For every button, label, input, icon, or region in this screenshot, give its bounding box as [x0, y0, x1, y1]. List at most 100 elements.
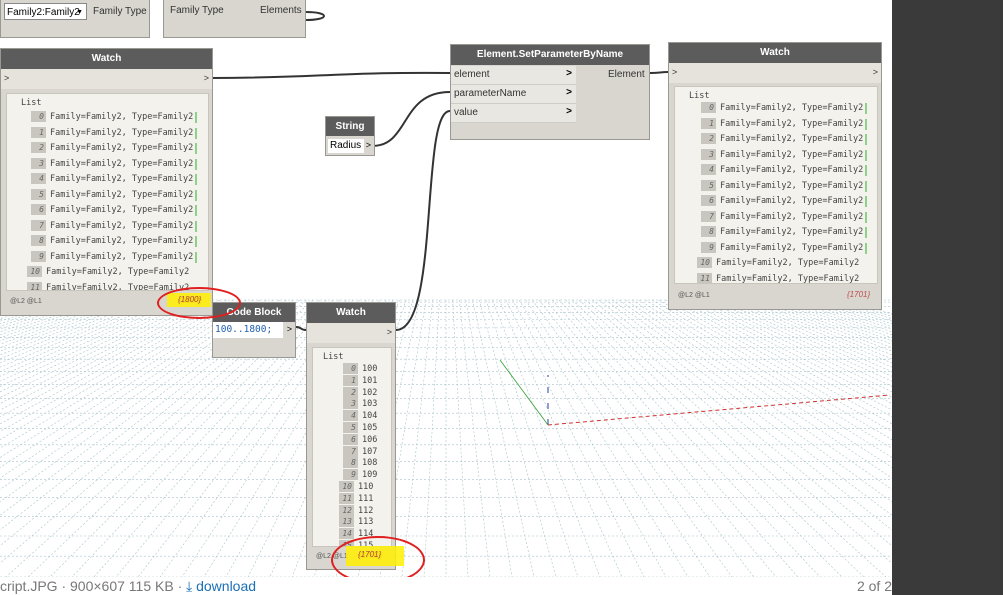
- watch-list-box[interactable]: List 0 Family=Family2, Type=Family2 1 Famil…: [674, 86, 878, 284]
- list-bar: [865, 227, 867, 238]
- list-value: Family=Family2, Type=Family2: [720, 196, 864, 206]
- list-item: 1 Family=Family2, Type=Family2: [31, 126, 193, 141]
- list-value: Family=Family2, Type=Family2: [720, 242, 864, 253]
- dynamo-canvas[interactable]: Family2:Family2 ▼ Family Type Family Typ…: [0, 0, 892, 577]
- set-parameter-title: Element.SetParameterByName: [451, 45, 649, 65]
- list-value: Family=Family2, Type=Family2: [50, 251, 194, 262]
- watch-list-box[interactable]: List 0 100 1 101 2 102 3 103 4 104 5 105 6 106 7 107 8 10…: [312, 347, 392, 547]
- list-bar: [195, 220, 197, 232]
- port-arrow-icon[interactable]: >: [672, 67, 677, 77]
- string-value-field[interactable]: Radius: [328, 139, 364, 153]
- list-item: 8 Family=Family2, Type=Family2: [701, 225, 863, 240]
- input-element-label: element: [454, 69, 490, 80]
- list-value: Family=Family2, Type=Family2: [720, 118, 864, 129]
- input-parametername-label: parameterName: [454, 88, 527, 99]
- list-item: 4 Family=Family2, Type=Family2: [31, 172, 193, 187]
- list-value: Family=Family2, Type=Family2: [50, 236, 194, 246]
- set-parameter-node[interactable]: Element.SetParameterByName element > par…: [450, 44, 650, 140]
- family-dropdown[interactable]: Family2:Family2 ▼: [4, 3, 87, 20]
- list-index: 2: [31, 142, 46, 153]
- list-index: 11: [697, 272, 712, 283]
- list-item: 6 Family=Family2, Type=Family2: [31, 203, 193, 218]
- port-arrow-icon[interactable]: >: [873, 67, 878, 77]
- list-label: List: [689, 91, 710, 101]
- port-arrow-icon[interactable]: >: [566, 106, 572, 117]
- list-value: Family=Family2, Type=Family2: [716, 273, 860, 284]
- list-index: 4: [343, 410, 358, 422]
- watch-list-box[interactable]: List 0 Family=Family2, Type=Family2 1 Famil…: [6, 93, 209, 291]
- list-bar: [865, 149, 867, 161]
- port-arrow-icon[interactable]: >: [366, 140, 371, 150]
- watch-node-right[interactable]: Watch > > List 0 Family=Family2, Type=Fam…: [668, 42, 882, 310]
- list-value: Family=Family2, Type=Family2: [720, 180, 864, 191]
- watch-port-row: > >: [669, 63, 881, 83]
- list-item: 2 Family=Family2, Type=Family2: [701, 132, 863, 147]
- port-arrow-icon[interactable]: >: [566, 87, 572, 98]
- list-index: 4: [701, 164, 716, 175]
- list-index: 13: [339, 516, 354, 528]
- list-bar: [195, 174, 197, 185]
- port-arrow-icon[interactable]: >: [287, 324, 292, 334]
- list-index: 3: [31, 157, 46, 169]
- list-item: 6 Family=Family2, Type=Family2: [701, 194, 863, 209]
- list-value: Family=Family2, Type=Family2: [50, 143, 194, 153]
- string-value: Radius: [330, 140, 362, 151]
- list-item: 11 Family=Family2, Type=Family2: [27, 281, 189, 290]
- family-type-elements-node[interactable]: Family Type Elements: [163, 0, 306, 38]
- list-value: 106: [362, 434, 378, 445]
- list-index: 10: [27, 266, 42, 277]
- viewer-side-panel: [892, 0, 1003, 595]
- watch-port-row: > >: [1, 69, 212, 89]
- list-value: Family=Family2, Type=Family2: [720, 211, 864, 222]
- list-item: 5 Family=Family2, Type=Family2: [31, 188, 193, 203]
- list-value: Family=Family2, Type=Family2: [720, 165, 864, 175]
- string-node[interactable]: String Radius >: [325, 116, 375, 156]
- download-link[interactable]: ⤓ download: [186, 578, 256, 595]
- input-value[interactable]: value >: [451, 104, 576, 123]
- code-block-editor[interactable]: 100..1800;: [213, 322, 283, 338]
- list-levels: @L2 @L1: [678, 292, 710, 299]
- list-bar: [865, 180, 867, 192]
- input-parametername[interactable]: parameterName >: [451, 85, 576, 104]
- chevron-down-icon: ▼: [76, 9, 83, 16]
- list-bar: [865, 103, 867, 114]
- download-icon: ⤓: [186, 578, 193, 594]
- port-arrow-icon[interactable]: >: [4, 73, 9, 83]
- code-block-code: 100..1800;: [215, 324, 273, 335]
- watch-node-middle[interactable]: Watch > List 0 100 1 101 2 102 3 103 4 104 5 105 6 10…: [306, 302, 396, 570]
- list-count-mid-overlay: {1701}: [358, 550, 382, 559]
- list-value: Family=Family2, Type=Family2: [720, 134, 864, 144]
- list-item: 7 Family=Family2, Type=Family2: [31, 219, 193, 234]
- list-value: 103: [362, 399, 378, 410]
- list-item: 8 Family=Family2, Type=Family2: [31, 234, 193, 249]
- input-element[interactable]: element >: [451, 66, 576, 85]
- list-value: 107: [362, 446, 378, 457]
- list-index: 4: [31, 173, 46, 184]
- list-index: 6: [701, 195, 716, 206]
- input-value-label: value: [454, 107, 478, 118]
- list-index: 8: [31, 235, 46, 246]
- list-item: 7 Family=Family2, Type=Family2: [701, 210, 863, 225]
- port-arrow-icon[interactable]: >: [204, 73, 209, 83]
- list-item: 4 Family=Family2, Type=Family2: [701, 163, 863, 178]
- list-index: 8: [343, 457, 358, 469]
- list-index: 12: [339, 504, 354, 516]
- file-info: cript.JPG · 900×607 115 KB ·: [0, 578, 183, 594]
- family-dropdown-value: Family2:Family2: [7, 7, 80, 18]
- list-index: 3: [701, 148, 716, 160]
- list-index: 5: [31, 188, 46, 200]
- list-value: Family=Family2, Type=Family2: [716, 258, 860, 268]
- list-index: 6: [343, 433, 358, 445]
- list-bar: [195, 236, 197, 247]
- list-bar: [195, 189, 197, 201]
- port-arrow-icon[interactable]: >: [566, 68, 572, 79]
- watch-title: Watch: [1, 49, 212, 69]
- list-count-left-overlay: {1800}: [178, 295, 202, 304]
- watch-node-left[interactable]: Watch > > List 0 Family=Family2, Type=Fam…: [0, 48, 213, 316]
- list-item: 2 Family=Family2, Type=Family2: [31, 141, 193, 156]
- port-arrow-icon[interactable]: >: [387, 327, 392, 337]
- list-value: 104: [362, 411, 378, 422]
- list-item: 0 Family=Family2, Type=Family2: [701, 101, 863, 116]
- family-types-node[interactable]: Family2:Family2 ▼ Family Type: [0, 0, 150, 38]
- output-element-label[interactable]: Element: [608, 69, 645, 80]
